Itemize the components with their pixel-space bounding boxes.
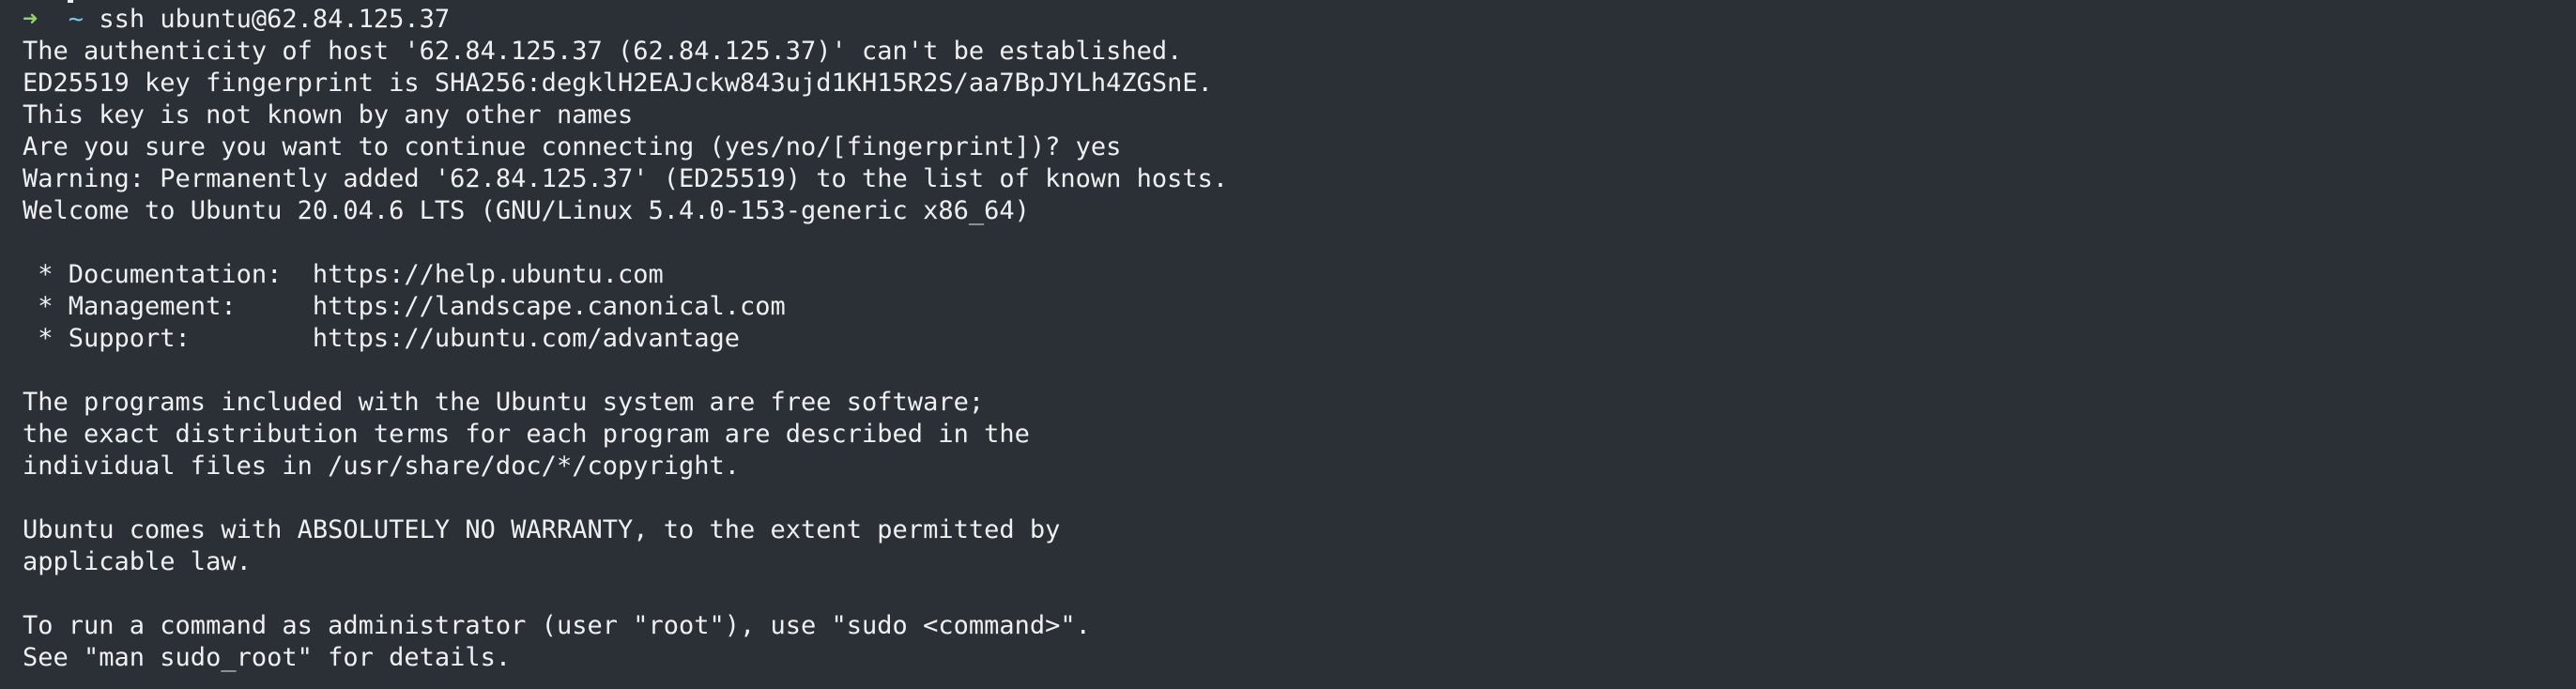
prompt-directory: ~ [68,5,84,34]
output-line: Warning: Permanently added '62.84.125.37… [23,164,1229,193]
output-line: The authenticity of host '62.84.125.37 (… [23,37,1183,66]
output-line: To run a command as administrator (user … [23,611,1091,640]
output-line: applicable law. [23,547,252,576]
output-line: Are you sure you want to continue connec… [23,132,1122,161]
output-line: * Support: https://ubuntu.com/advantage [23,324,741,353]
output-line: See "man sudo_root" for details. [23,643,512,672]
output-line: * Documentation: https://help.ubuntu.com [23,260,664,289]
prompt-command: ssh ubuntu@62.84.125.37 [99,5,451,34]
output-line: individual files in /usr/share/doc/*/cop… [23,452,741,481]
output-line: ED25519 key fingerprint is SHA256:degklH… [23,69,1213,98]
output-line: Welcome to Ubuntu 20.04.6 LTS (GNU/Linux… [23,196,1030,225]
previous-line-remnant [68,0,73,3]
prompt-line: ➜ ~ ssh ubuntu@62.84.125.37 [23,4,2576,36]
output-line: the exact distribution terms for each pr… [23,420,1030,449]
output-line: Ubuntu comes with ABSOLUTELY NO WARRANTY… [23,515,1061,544]
output-line: This key is not known by any other names [23,100,634,130]
output-line: The programs included with the Ubuntu sy… [23,388,985,417]
output-line: * Management: https://landscape.canonica… [23,292,786,321]
prompt-arrow-icon: ➜ [23,5,38,34]
terminal-window[interactable]: ➜ ~ ssh ubuntu@62.84.125.37 The authenti… [0,0,2576,689]
